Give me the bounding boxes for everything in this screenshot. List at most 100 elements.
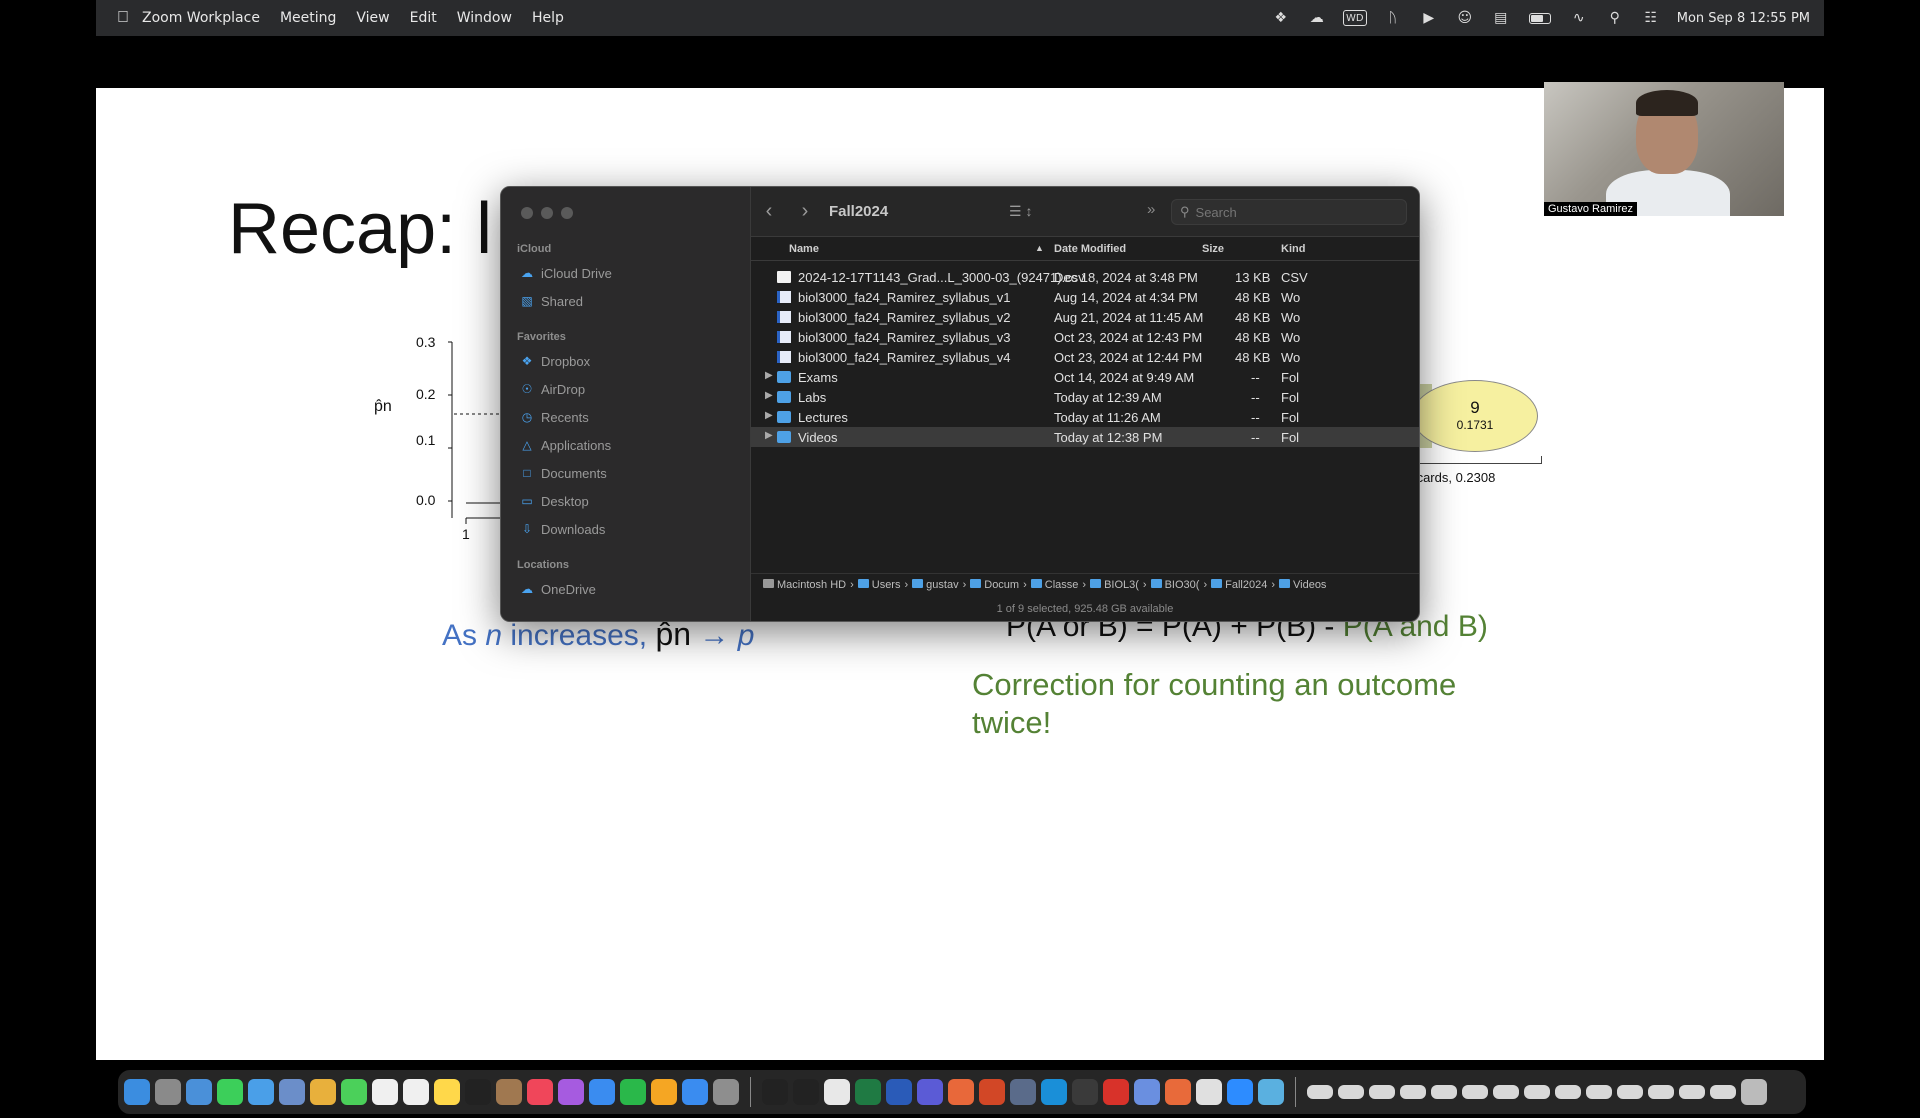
dock-app-icon[interactable] [1072,1079,1098,1105]
dock-app-icon[interactable] [341,1079,367,1105]
user-icon[interactable]: ☺ [1455,10,1475,26]
sidebar-item-recents[interactable]: ◷ Recents [519,407,589,427]
dock-minimized-window[interactable] [1369,1085,1395,1099]
dock-app-icon[interactable] [1196,1079,1222,1105]
search-input[interactable] [1195,204,1386,220]
dock-minimized-window[interactable] [1648,1085,1674,1099]
dock-app-icon[interactable] [558,1079,584,1105]
dock-app-icon[interactable] [1227,1079,1253,1105]
dock-minimized-window[interactable] [1555,1085,1581,1099]
column-size[interactable]: Size [1202,243,1224,255]
dock-app-icon[interactable] [713,1079,739,1105]
view-options-button[interactable]: ☰ ↕ [1009,203,1032,220]
dock-minimized-window[interactable] [1617,1085,1643,1099]
finder-window[interactable]: iCloud ☁ iCloud Drive ▧ Shared Favorites ❖… [500,186,1420,622]
dock-app-icon[interactable] [465,1079,491,1105]
wd-icon[interactable]: WD [1342,10,1367,26]
dock-minimized-window[interactable] [1586,1085,1612,1099]
menu-zoom-workplace[interactable]: Zoom Workplace [142,10,260,26]
menu-edit[interactable]: Edit [410,10,437,26]
sidebar-item-shared[interactable]: ▧ Shared [519,291,583,311]
dock-minimized-window[interactable] [1679,1085,1705,1099]
dock-app-icon[interactable] [793,1079,819,1105]
disclosure-triangle-icon[interactable]: ▶ [765,430,773,441]
sidebar-item-downloads[interactable]: ⇩ Downloads [519,519,605,539]
menu-help[interactable]: Help [532,10,564,26]
file-row[interactable]: biol3000_fa24_Ramirez_syllabus_v1 Aug 14… [751,287,1419,307]
path-segment-users[interactable]: Users [857,578,900,591]
dock-app-icon[interactable] [155,1079,181,1105]
dock-app-icon[interactable] [372,1079,398,1105]
dock-app-icon[interactable] [1010,1079,1036,1105]
path-segment-fall2024[interactable]: Fall2024 [1211,578,1267,591]
dock-app-icon[interactable] [651,1079,677,1105]
disclosure-triangle-icon[interactable]: ▶ [765,410,773,421]
sidebar-item-desktop[interactable]: ▭ Desktop [519,491,588,511]
file-row[interactable]: biol3000_fa24_Ramirez_syllabus_v3 Oct 23… [751,327,1419,347]
dock-app-icon[interactable] [310,1079,336,1105]
path-segment-classes[interactable]: Classe [1030,578,1078,591]
path-segment-macintosh-hd[interactable]: Macintosh HD [763,578,846,591]
battery-icon[interactable] [1527,10,1553,26]
wifi-icon[interactable]: ∿ [1569,10,1589,26]
dock-app-icon[interactable] [1041,1079,1067,1105]
dock-app-icon[interactable] [979,1079,1005,1105]
dock-app-icon[interactable] [217,1079,243,1105]
calendar-icon[interactable]: ▤ [1491,10,1511,26]
dock-app-icon[interactable] [496,1079,522,1105]
minimize-button[interactable] [541,207,553,219]
participant-video[interactable]: Gustavo Ramirez [1544,82,1784,216]
sidebar-item-onedrive[interactable]: ☁ OneDrive [519,579,596,599]
dock-app-icon[interactable] [1165,1079,1191,1105]
control-center-icon[interactable]: ☷ [1641,10,1661,26]
disclosure-triangle-icon[interactable]: ▶ [765,370,773,381]
toolbar-overflow-button[interactable]: » [1147,201,1155,218]
folder-row[interactable]: ▶ Exams Oct 14, 2024 at 9:49 AM -- Fol [751,367,1419,387]
play-icon[interactable]: ▶ [1419,10,1439,26]
menu-view[interactable]: View [356,10,389,26]
path-segment-gustav[interactable]: gustav [912,578,959,591]
menu-meeting[interactable]: Meeting [280,10,336,26]
search-icon[interactable]: ⚲ [1605,10,1625,26]
folder-row[interactable]: ▶ Lectures Today at 11:26 AM -- Fol [751,407,1419,427]
menu-clock[interactable]: Mon Sep 8 12:55 PM [1677,11,1810,26]
dock-app-icon[interactable] [434,1079,460,1105]
dock-app-icon[interactable] [855,1079,881,1105]
path-segment-videos[interactable]: Videos [1279,578,1326,591]
menu-window[interactable]: Window [457,10,512,26]
trash-icon[interactable] [1741,1079,1767,1105]
column-name[interactable]: Name [789,243,819,255]
cloud-icon[interactable]: ☁ [1307,10,1327,26]
path-segment-documents[interactable]: Docum [970,578,1019,591]
dock-app-icon[interactable] [1258,1079,1284,1105]
sidebar-item-applications[interactable]: △ Applications [519,435,611,455]
column-date-modified[interactable]: Date Modified [1054,243,1126,255]
dock-app-icon[interactable] [403,1079,429,1105]
dock-app-icon[interactable] [824,1079,850,1105]
dock-app-icon[interactable] [620,1079,646,1105]
file-row[interactable]: biol3000_fa24_Ramirez_syllabus_v2 Aug 21… [751,307,1419,327]
dock-minimized-window[interactable] [1462,1085,1488,1099]
back-button[interactable]: ‹ [751,200,787,223]
sidebar-item-icloud-drive[interactable]: ☁ iCloud Drive [519,263,612,283]
dock-minimized-window[interactable] [1307,1085,1333,1099]
zoom-button[interactable] [561,207,573,219]
dock-app-icon[interactable] [682,1079,708,1105]
dock-minimized-window[interactable] [1431,1085,1457,1099]
dock-app-icon[interactable] [1134,1079,1160,1105]
dock-minimized-window[interactable] [1493,1085,1519,1099]
dropbox-icon[interactable]: ❖ [1271,10,1291,26]
apple-menu-icon[interactable]:  [104,9,142,27]
dock-minimized-window[interactable] [1524,1085,1550,1099]
sidebar-item-documents[interactable]: □ Documents [519,463,606,483]
dock-minimized-window[interactable] [1710,1085,1736,1099]
dock-minimized-window[interactable] [1400,1085,1426,1099]
path-segment-bio3000[interactable]: BIO30( [1150,578,1199,591]
dock-app-icon[interactable] [248,1079,274,1105]
dock-app-icon[interactable] [279,1079,305,1105]
bluetooth-icon[interactable]: ᚢ [1383,10,1403,26]
search-field[interactable]: ⚲ [1171,199,1407,225]
dock-app-icon[interactable] [886,1079,912,1105]
close-button[interactable] [521,207,533,219]
dock-app-icon[interactable] [1103,1079,1129,1105]
